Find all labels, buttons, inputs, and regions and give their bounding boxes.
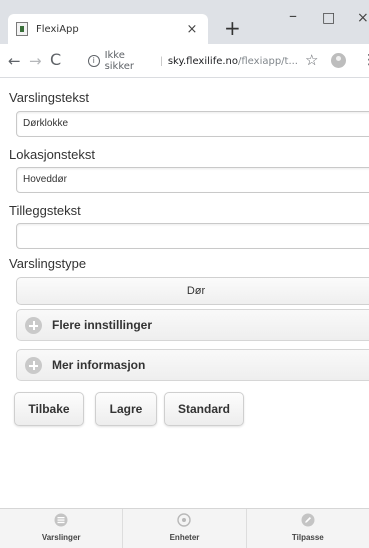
minimize-button[interactable]: – [289,6,297,25]
new-tab-button[interactable]: + [224,16,241,40]
forward-icon[interactable]: → [29,52,42,70]
section-title: Mer informasjon [52,358,146,372]
nav-item-tilpasse[interactable]: Tilpasse [247,509,369,548]
varslingstype-select[interactable]: Dør [16,277,369,305]
varslingstekst-input[interactable]: Dørklokke [16,111,369,137]
nav-label: Varslinger [41,533,81,542]
tab-title: FlexiApp [36,23,79,35]
default-button[interactable]: Standard [164,392,244,426]
device-icon [177,513,192,527]
reload-icon[interactable]: C [50,50,61,69]
favicon-icon [16,22,28,36]
browser-tab[interactable]: FlexiApp × [8,14,208,44]
mer-informasjon-section[interactable]: Mer informasjon [16,349,369,381]
address-bar[interactable]: i Ikke sikker | sky.flexilife.no/flexiap… [76,49,298,73]
field-label-varslingstekst: Varslingstekst [9,90,89,105]
field-label-varslingstype: Varslingstype [9,256,87,271]
browser-titlebar: FlexiApp × + – □ × [0,0,369,44]
section-title: Flere innstillinger [52,318,153,332]
url-host: sky.flexilife.no [167,55,238,67]
plus-icon [25,356,42,374]
lokasjonstekst-input[interactable]: Hoveddør [16,167,369,193]
nav-item-enheter[interactable]: Enheter [123,509,247,548]
flere-innstillinger-section[interactable]: Flere innstillinger [16,309,369,341]
url-path: /flexiapp/t... [238,55,298,67]
back-button[interactable]: Tilbake [14,392,84,426]
browser-toolbar: ← → C i Ikke sikker | sky.flexilife.no/f… [0,44,369,78]
bookmark-star-icon[interactable]: ☆ [305,51,318,69]
nav-item-varslinger[interactable]: Varslinger [0,509,124,548]
save-button[interactable]: Lagre [95,392,157,426]
browser-menu-icon[interactable]: ⋮ [362,52,369,68]
pencil-icon [301,513,315,527]
info-icon[interactable]: i [88,55,100,67]
close-window-button[interactable]: × [357,10,369,26]
nav-label: Enheter [169,533,200,542]
maximize-button[interactable]: □ [322,10,335,26]
nav-label: Tilpasse [291,533,324,542]
tilleggstekst-input[interactable] [16,223,369,249]
profile-avatar-icon[interactable] [331,53,346,68]
bottom-navigation: Varslinger Enheter Tilpasse [0,508,369,548]
field-label-lokasjonstekst: Lokasjonstekst [9,147,95,162]
address-separator: | [160,55,163,67]
field-label-tilleggstekst: Tilleggstekst [9,203,81,218]
security-status: Ikke sikker [104,50,135,72]
back-icon[interactable]: ← [8,52,21,70]
list-icon [54,513,68,527]
tab-close-icon[interactable]: × [184,22,200,37]
plus-icon [25,316,42,334]
